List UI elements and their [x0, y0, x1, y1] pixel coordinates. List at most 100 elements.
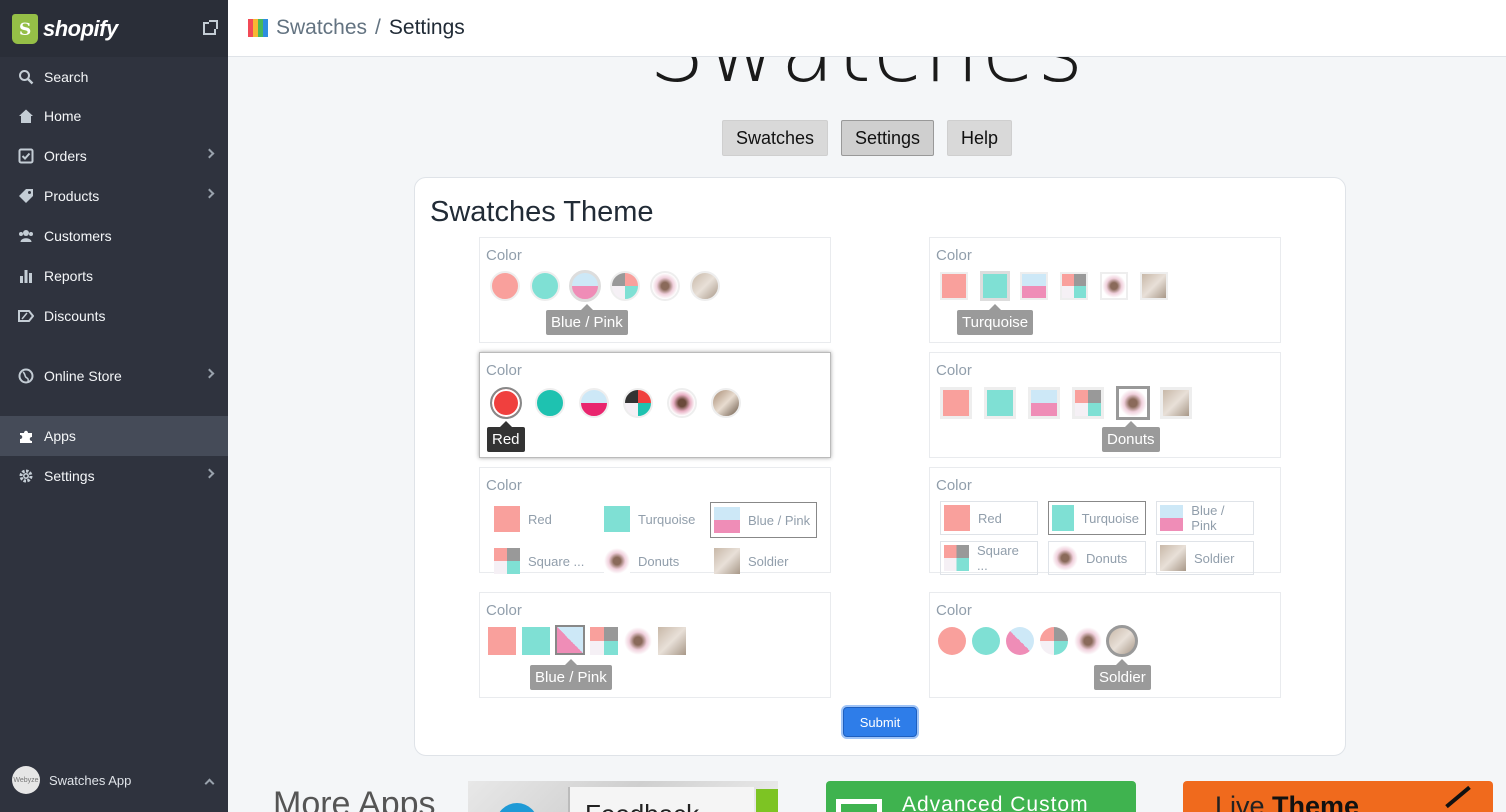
store-app-switcher[interactable]: Webyze Swatches App [0, 760, 228, 800]
swatch-turquoise[interactable] [530, 271, 560, 301]
sidebar-item-orders[interactable]: Orders [0, 136, 228, 176]
swatch-square[interactable] [1060, 272, 1088, 300]
sidebar-item-online-store[interactable]: Online Store [0, 356, 228, 396]
sidebar-item-discounts[interactable]: Discounts [0, 296, 228, 336]
card-title: Swatches Theme [430, 196, 654, 228]
swatch-red[interactable]: Red [494, 502, 552, 536]
swatch-red[interactable] [938, 627, 966, 655]
promo-live-theme[interactable]: Live Theme [1183, 781, 1493, 812]
swatch-red[interactable] [940, 387, 972, 419]
swatch-name: Donuts [1086, 550, 1128, 566]
sidebar-item-label: Apps [44, 428, 76, 444]
swatch-donuts[interactable]: Donuts [1048, 541, 1146, 575]
swatch-soldier[interactable]: Soldier [1156, 541, 1254, 575]
swatch-square[interactable] [623, 388, 653, 418]
swatch-name: Blue / Pink [1191, 503, 1225, 533]
swatch-red[interactable]: Red [940, 501, 1038, 535]
theme-option-6[interactable]: Color Red Turquoise Blue / Pink Square .… [929, 467, 1281, 575]
theme-option-2[interactable]: Color Turquoise [929, 237, 1281, 343]
orders-icon [17, 147, 35, 165]
swatch-square[interactable]: Square ... [494, 544, 584, 578]
swatch-square[interactable] [590, 627, 618, 655]
promo-logo-icon [496, 803, 538, 812]
sidebar-item-customers[interactable]: Customers [0, 216, 228, 256]
swatch-blue-pink[interactable]: Blue / Pink [710, 502, 818, 538]
promo-title: Live Theme [1215, 791, 1359, 812]
swatch-turquoise[interactable]: Turquoise [1048, 501, 1146, 535]
sidebar-item-products[interactable]: Products [0, 176, 228, 216]
submit-button[interactable]: Submit [843, 707, 917, 737]
swatch-soldier[interactable] [690, 271, 720, 301]
swatch-donuts[interactable] [624, 627, 652, 655]
swatch-turquoise[interactable] [984, 387, 1016, 419]
swatch-turquoise[interactable] [535, 388, 565, 418]
swatch-turquoise[interactable] [522, 627, 550, 655]
swatch-donuts[interactable] [667, 388, 697, 418]
swatch-blue-pink[interactable] [579, 388, 609, 418]
tab-bar: Swatches Settings Help [228, 120, 1506, 156]
sidebar-item-reports[interactable]: Reports [0, 256, 228, 296]
sidebar-item-home[interactable]: Home [0, 96, 228, 136]
swatch-square[interactable] [1072, 387, 1104, 419]
swatch-blue-pink[interactable]: Blue / Pink [1156, 501, 1254, 535]
swatch-soldier[interactable] [1106, 625, 1138, 657]
swatch-red[interactable] [940, 272, 968, 300]
breadcrumb-parent[interactable]: Swatches [276, 16, 367, 40]
swatch-blue-pink[interactable] [569, 270, 601, 302]
main-content: Swatches Swatches Settings Help Swatches… [228, 57, 1506, 812]
promo-feedback[interactable]: Feedback [468, 781, 778, 812]
app-heading: Swatches [228, 57, 1506, 102]
sidebar-item-label: Reports [44, 268, 94, 284]
swatch-blue-pink[interactable] [1020, 272, 1048, 300]
swatch-square[interactable]: Square ... [940, 541, 1038, 575]
theme-option-8[interactable]: Color Soldier [929, 592, 1281, 698]
chevron-right-icon [204, 368, 215, 379]
swatch-turquoise[interactable]: Turquoise [604, 502, 695, 536]
swatch-donuts[interactable] [1116, 386, 1150, 420]
swatch-donuts[interactable] [1100, 272, 1128, 300]
sidebar-item-apps[interactable]: Apps [0, 416, 228, 456]
promo-title-prefix: Live [1215, 791, 1273, 812]
swatch-square[interactable] [1040, 627, 1068, 655]
swatch-soldier[interactable] [711, 388, 741, 418]
swatch-soldier[interactable] [1140, 272, 1168, 300]
swatch-turquoise[interactable] [980, 271, 1010, 301]
shopify-logo-icon[interactable] [12, 13, 38, 44]
sidebar-item-search[interactable]: Search [0, 57, 228, 97]
swatch-soldier[interactable]: Soldier [714, 544, 788, 578]
sidebar-item-settings[interactable]: Settings [0, 456, 228, 496]
home-icon [17, 107, 35, 125]
avatar: Webyze [12, 766, 40, 794]
swatch-donuts[interactable] [650, 271, 680, 301]
swatch-soldier[interactable] [1160, 387, 1192, 419]
option-label: Color [936, 362, 972, 379]
theme-option-3[interactable]: Color Red [479, 352, 831, 458]
swatch-chip [604, 548, 630, 574]
theme-option-1[interactable]: Color Blue / Pink [479, 237, 831, 343]
swatch-blue-pink[interactable] [555, 625, 585, 655]
puzzle-icon [17, 427, 35, 445]
swatch-donuts[interactable] [1074, 627, 1102, 655]
promo-advanced-custom[interactable]: Advanced Custom [826, 781, 1136, 812]
tab-swatches[interactable]: Swatches [721, 120, 828, 156]
swatch-donuts[interactable]: Donuts [604, 544, 679, 578]
swatch-red[interactable] [488, 627, 516, 655]
sidebar-item-label: Online Store [44, 368, 122, 384]
swatch-square[interactable] [610, 271, 640, 301]
tab-help[interactable]: Help [947, 120, 1013, 156]
theme-option-7[interactable]: Color Blue / Pink [479, 592, 831, 698]
page-title: Settings [388, 16, 465, 39]
brand-name[interactable]: shopify [43, 16, 118, 42]
swatch-turquoise[interactable] [972, 627, 1000, 655]
swatch-tooltip: Red [487, 421, 525, 452]
swatch-red[interactable] [490, 387, 522, 419]
theme-option-5[interactable]: Color Red Turquoise Blue / Pink Square .… [479, 467, 831, 574]
swatch-soldier[interactable] [658, 627, 686, 655]
swatch-red[interactable] [490, 271, 520, 301]
swatch-blue-pink[interactable] [1028, 387, 1060, 419]
tab-settings[interactable]: Settings [840, 120, 935, 156]
external-link-icon[interactable] [203, 20, 218, 35]
swatch-blue-pink[interactable] [1006, 627, 1034, 655]
option-label: Color [486, 247, 522, 264]
theme-option-4[interactable]: Color Donuts [929, 352, 1281, 458]
